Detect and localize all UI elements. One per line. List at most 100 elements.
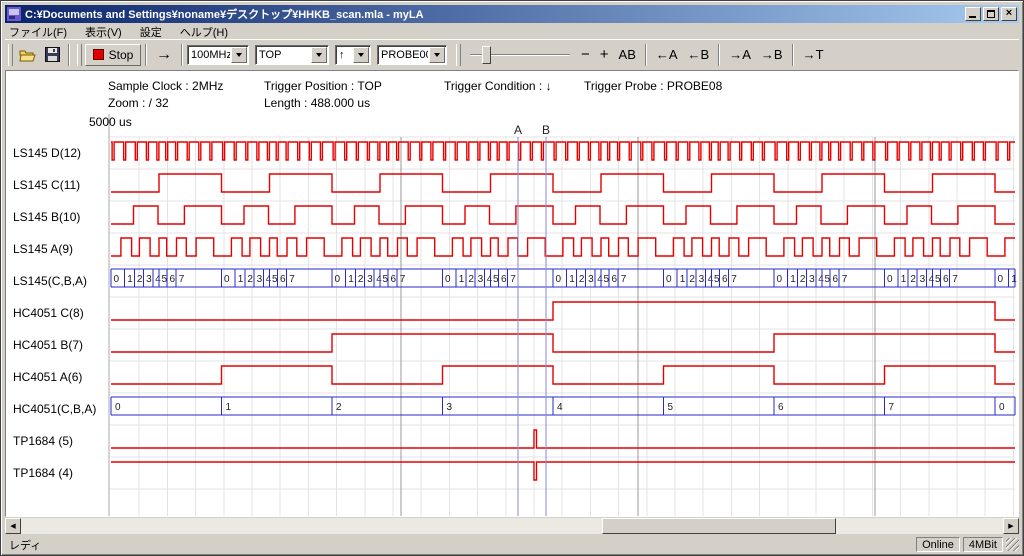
cursor-label-a: A [514, 123, 522, 137]
bus-value-label: 7 [400, 274, 406, 285]
bus-value-label: 2 [800, 274, 806, 285]
bus-value-label: 2 [910, 274, 916, 285]
bus-value-label: 6 [391, 274, 397, 285]
bus-value-label: 7 [621, 274, 627, 285]
bus-value-label: 6 [778, 402, 784, 413]
channel-label: HC4051 A(6) [13, 370, 82, 384]
bus-value-label: 2 [137, 274, 143, 285]
bus-value-label: 0 [335, 274, 341, 285]
bus-value-label: 3 [146, 274, 152, 285]
bus-value-label: 0 [556, 274, 562, 285]
bus-value-label: 3 [920, 274, 926, 285]
bus-value-label: 1 [127, 274, 133, 285]
waveform-trace [111, 334, 1015, 352]
channel-label: HC4051(C,B,A) [13, 402, 96, 416]
bus-value-label: 6 [943, 274, 949, 285]
bus-value-label: 6 [612, 274, 618, 285]
bus-value-label: 7 [510, 274, 516, 285]
bus-value-label: 7 [952, 274, 958, 285]
bus-value-label: 4 [597, 274, 603, 285]
bus-value-label: 1 [569, 274, 575, 285]
channel-label: LS145 D(12) [13, 146, 81, 160]
bus-value-label: 7 [842, 274, 848, 285]
status-online-badge: Online [916, 537, 960, 552]
time-ruler-label: 5000 us [89, 115, 132, 129]
waveform-trace [111, 238, 1015, 256]
cursor-label-b: B [542, 123, 550, 137]
resize-grip[interactable] [1006, 538, 1019, 551]
bus-value-label: 4 [818, 274, 824, 285]
channel-label: HC4051 B(7) [13, 338, 83, 352]
bus-value-label: 4 [708, 274, 714, 285]
waveform-trace [111, 366, 1015, 384]
channel-label: HC4051 C(8) [13, 306, 84, 320]
bus-value-label: 4 [266, 274, 272, 285]
bus-value-label: 6 [833, 274, 839, 285]
bus-value-label: 0 [224, 274, 230, 285]
bus-value-label: 1 [226, 402, 232, 413]
channel-label: TP1684 (4) [13, 466, 73, 480]
bus-value-label: 3 [699, 274, 705, 285]
bus-value-label: 6 [170, 274, 176, 285]
bus-value-label: 1 [680, 274, 686, 285]
bus-value-label: 3 [367, 274, 373, 285]
status-bar: レディ Online 4MBit [5, 536, 1019, 553]
channel-label: TP1684 (5) [13, 434, 73, 448]
bus-value-label: 5 [668, 402, 674, 413]
scrollbar-thumb[interactable] [602, 518, 836, 534]
bus-value-label: 3 [478, 274, 484, 285]
bus-value-label: 3 [809, 274, 815, 285]
bus-value-label: 7 [731, 274, 737, 285]
scroll-left-button[interactable]: ◀ [5, 518, 21, 534]
bus-value-label: 0 [114, 274, 120, 285]
bus-value-label: 4 [376, 274, 382, 285]
bus-value-label: 0 [445, 274, 451, 285]
channel-label: LS145(C,B,A) [13, 274, 87, 288]
bus-value-label: 6 [280, 274, 286, 285]
app-window: C:¥Documents and Settings¥noname¥デスクトップ¥… [0, 0, 1024, 556]
horizontal-scrollbar[interactable]: ◀ ▶ [5, 518, 1019, 534]
bus-value-label: 2 [358, 274, 364, 285]
bus-value-label: 4 [929, 274, 935, 285]
waveform-trace [111, 462, 1015, 480]
bus-value-label: 3 [257, 274, 263, 285]
bus-value-label: 1 [790, 274, 796, 285]
bus-value-label: 2 [689, 274, 695, 285]
bus-value-label: 2 [468, 274, 474, 285]
bus-value-label: 2 [247, 274, 253, 285]
bus-value-label: 1 [348, 274, 354, 285]
waveform-trace [111, 430, 1015, 448]
bus-value-label: 6 [722, 274, 728, 285]
waveform-trace [111, 206, 1015, 224]
bus-value-label: 7 [889, 402, 895, 413]
bus-value-label: 0 [666, 274, 672, 285]
bus-value-label: 0 [887, 274, 893, 285]
bus-value-label: 0 [115, 402, 121, 413]
channel-label: LS145 A(9) [13, 242, 73, 256]
bus-value-label: 7 [289, 274, 295, 285]
bus-value-label: 2 [579, 274, 585, 285]
bus-value-label: 0 [999, 402, 1005, 413]
bus-value-label: 1 [459, 274, 465, 285]
channel-label: LS145 B(10) [13, 210, 80, 224]
bus-value-label: 6 [501, 274, 507, 285]
status-ready-text: レディ [5, 537, 913, 553]
bus-value-label: 3 [588, 274, 594, 285]
bus-value-label: 0 [998, 274, 1004, 285]
waveform-plot[interactable]: 5000 us LS145 D(12) LS145 C(11) LS145 B(10)… [1, 1, 1024, 556]
bus-value-label: 1 [238, 274, 244, 285]
bus-value-label: 2 [336, 402, 342, 413]
waveform-trace [111, 142, 1015, 160]
bus-value-label: 4 [487, 274, 493, 285]
waveform-trace [111, 174, 1015, 192]
bus-value-label: 1 [901, 274, 907, 285]
channel-label: LS145 C(11) [13, 178, 80, 192]
scroll-right-button[interactable]: ▶ [1003, 518, 1019, 534]
bus-value-label: 3 [447, 402, 453, 413]
status-memory-badge: 4MBit [963, 537, 1003, 552]
bus-value-label: 1 [1011, 274, 1017, 285]
bus-value-label: 4 [557, 402, 563, 413]
bus-value-label: 4 [155, 274, 161, 285]
waveform-trace [111, 302, 1015, 320]
bus-value-label: 0 [777, 274, 783, 285]
